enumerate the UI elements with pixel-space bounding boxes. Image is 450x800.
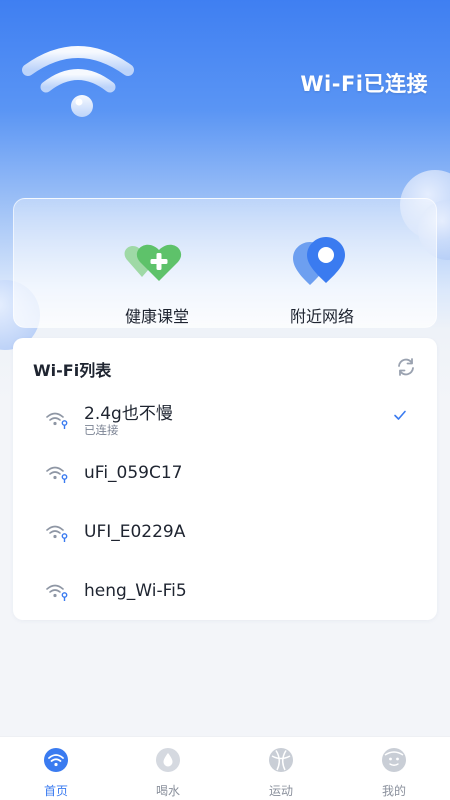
quick-actions-panel: 健康课堂 附近网络 <box>13 198 437 328</box>
wifi-lock-icon <box>46 525 68 542</box>
tab-water[interactable]: 喝水 <box>112 737 224 800</box>
wifi-list-card: Wi-Fi列表 2.4g也不慢 已连接 uFi_059C17 UFI_E0229… <box>13 338 437 620</box>
tab-label: 运动 <box>268 784 293 798</box>
tab-exercise[interactable]: 运动 <box>225 737 337 800</box>
location-pin-icon <box>293 237 345 285</box>
profile-icon <box>382 748 406 772</box>
wifi-lock-icon <box>46 584 68 601</box>
wifi-network-row[interactable]: 2.4g也不慢 已连接 <box>13 396 437 448</box>
check-icon <box>394 410 406 420</box>
wifi-icon <box>44 748 68 772</box>
tab-label: 喝水 <box>155 784 180 798</box>
refresh-icon[interactable] <box>395 356 417 378</box>
tab-home[interactable]: 首页 <box>0 737 112 800</box>
wifi-connection-status: 已连接 <box>84 423 119 437</box>
water-drop-icon <box>156 748 180 772</box>
wifi-ssid: heng_Wi-Fi5 <box>84 581 187 601</box>
health-class-label: 健康课堂 <box>124 307 189 326</box>
nearby-network-button[interactable]: 附近网络 <box>252 235 392 327</box>
connection-status-title: Wi-Fi已连接 <box>300 72 428 96</box>
heart-plus-icon <box>124 244 182 281</box>
wifi-network-row[interactable]: UFI_E0229A <box>13 509 437 561</box>
tab-profile[interactable]: 我的 <box>338 737 450 800</box>
nearby-network-label: 附近网络 <box>289 307 354 326</box>
wifi-ssid: uFi_059C17 <box>84 463 183 483</box>
health-class-button[interactable]: 健康课堂 <box>87 235 227 327</box>
wifi-hero-icon <box>22 46 134 117</box>
app-screen: Wi-Fi已连接 健康课堂 附近网络 Wi-Fi列表 2.4g也不慢 已连接 u… <box>0 0 450 800</box>
wifi-list-title: Wi-Fi列表 <box>33 361 112 380</box>
wifi-ssid: UFI_E0229A <box>84 522 186 542</box>
wifi-network-row[interactable]: uFi_059C17 <box>13 450 437 502</box>
wifi-lock-icon <box>46 412 68 429</box>
bottom-tab-bar: 首页 喝水 运动 我的 <box>0 736 450 800</box>
tab-label: 首页 <box>43 784 68 798</box>
ball-icon <box>269 748 293 772</box>
wifi-lock-icon <box>46 466 68 483</box>
tab-label: 我的 <box>381 784 406 798</box>
wifi-ssid: 2.4g也不慢 <box>84 404 173 424</box>
wifi-network-row[interactable]: heng_Wi-Fi5 <box>13 568 437 620</box>
